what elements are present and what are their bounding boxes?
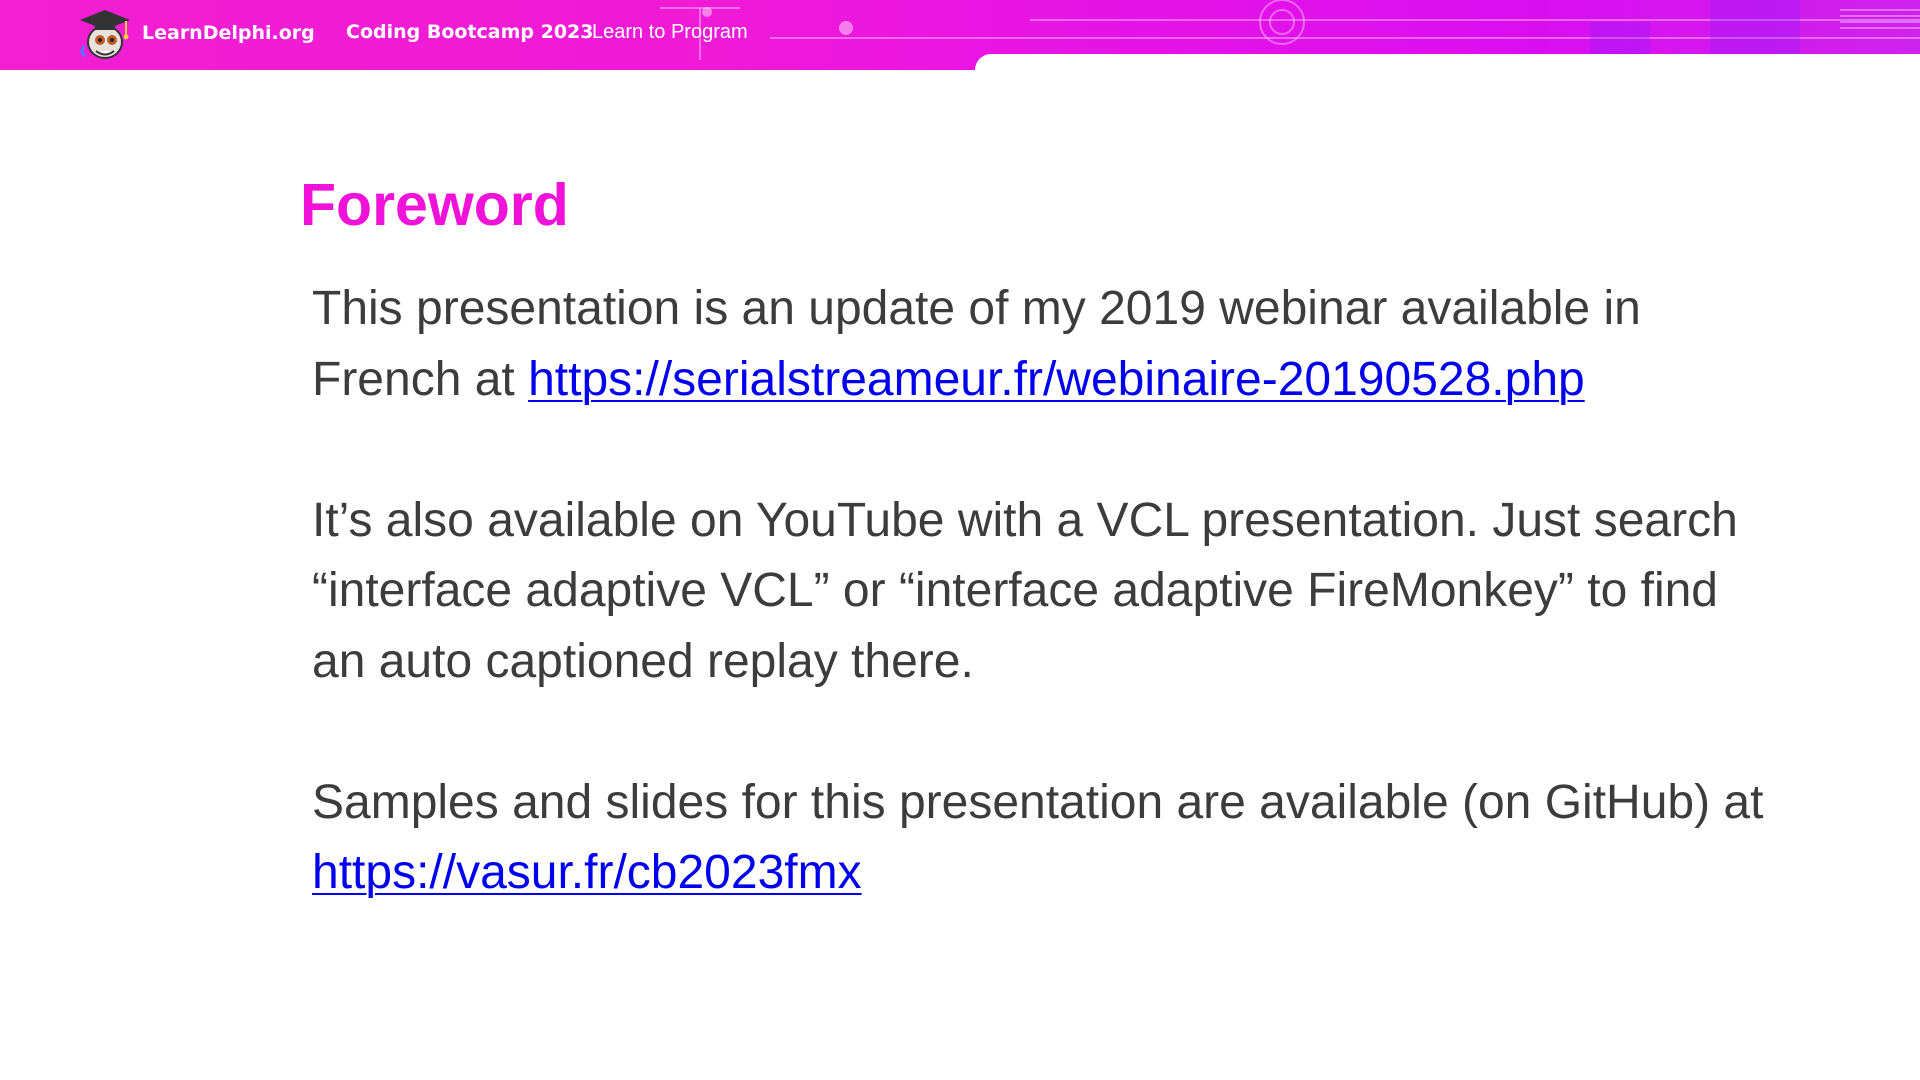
slide-body: This presentation is an update of my 201…: [312, 274, 1872, 909]
paragraph-2-line-1: It’s also available on YouTube with a VC…: [312, 493, 1738, 547]
paragraph-3-line-1: Samples and slides for this presentation…: [312, 775, 1764, 829]
paragraph-1-line-2: French at https://serialstreameur.fr/web…: [312, 345, 1872, 416]
paragraph-1-line-1: This presentation is an update of my 201…: [312, 282, 1641, 335]
slide: LearnDelphi.org Coding Bootcamp 2023 Lea…: [0, 0, 1920, 1080]
paragraph-1-prefix: French at: [312, 352, 529, 406]
banner-cutout: [975, 54, 1920, 70]
brand-name: LearnDelphi.org: [142, 22, 315, 44]
course-subtitle: Learn to Program: [592, 21, 748, 43]
github-samples-link[interactable]: https://vasur.fr/cb2023fmx: [312, 846, 862, 899]
graduation-mascot-icon: [80, 10, 130, 59]
paragraph-3-line-2: https://vasur.fr/cb2023fmx: [312, 838, 1872, 909]
paragraph-2-line-3: an auto captioned replay there.: [312, 634, 974, 688]
paragraph-2-line-2: “interface adaptive VCL” or “interface a…: [312, 564, 1718, 617]
course-title: Coding Bootcamp 2023: [346, 21, 594, 43]
slide-title: Foreword: [300, 172, 569, 238]
header-banner: LearnDelphi.org Coding Bootcamp 2023 Lea…: [0, 0, 1920, 70]
webinar-link[interactable]: https://serialstreameur.fr/webinaire-201…: [528, 353, 1585, 406]
